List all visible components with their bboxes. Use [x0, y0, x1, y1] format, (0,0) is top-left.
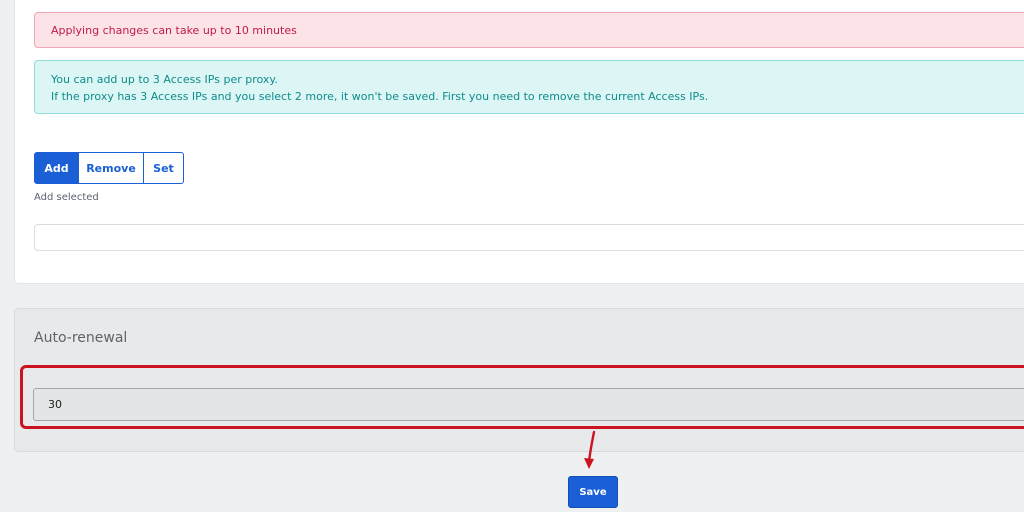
auto-renewal-title: Auto-renewal	[34, 330, 128, 346]
auto-renewal-value: 30	[48, 398, 62, 411]
save-button[interactable]: Save	[568, 476, 618, 508]
danger-alert-text: Applying changes can take up to 10 minut…	[51, 24, 297, 37]
add-button[interactable]: Add	[34, 152, 79, 184]
info-alert-line-2: If the proxy has 3 Access IPs and you se…	[51, 90, 709, 103]
arrow-down-icon	[584, 430, 596, 469]
page: Applying changes can take up to 10 minut…	[0, 0, 1024, 512]
danger-alert: Applying changes can take up to 10 minut…	[34, 12, 1024, 48]
info-alert: You can add up to 3 Access IPs per proxy…	[34, 60, 1024, 114]
mode-status-label: Add selected	[34, 192, 99, 203]
set-button[interactable]: Set	[144, 152, 184, 184]
auto-renewal-select[interactable]: 30	[33, 388, 1024, 421]
access-ip-input[interactable]	[34, 224, 1024, 251]
remove-button[interactable]: Remove	[79, 152, 144, 184]
info-alert-line-1: You can add up to 3 Access IPs per proxy…	[51, 73, 278, 86]
access-ip-mode-group: Add Remove Set	[34, 152, 184, 184]
